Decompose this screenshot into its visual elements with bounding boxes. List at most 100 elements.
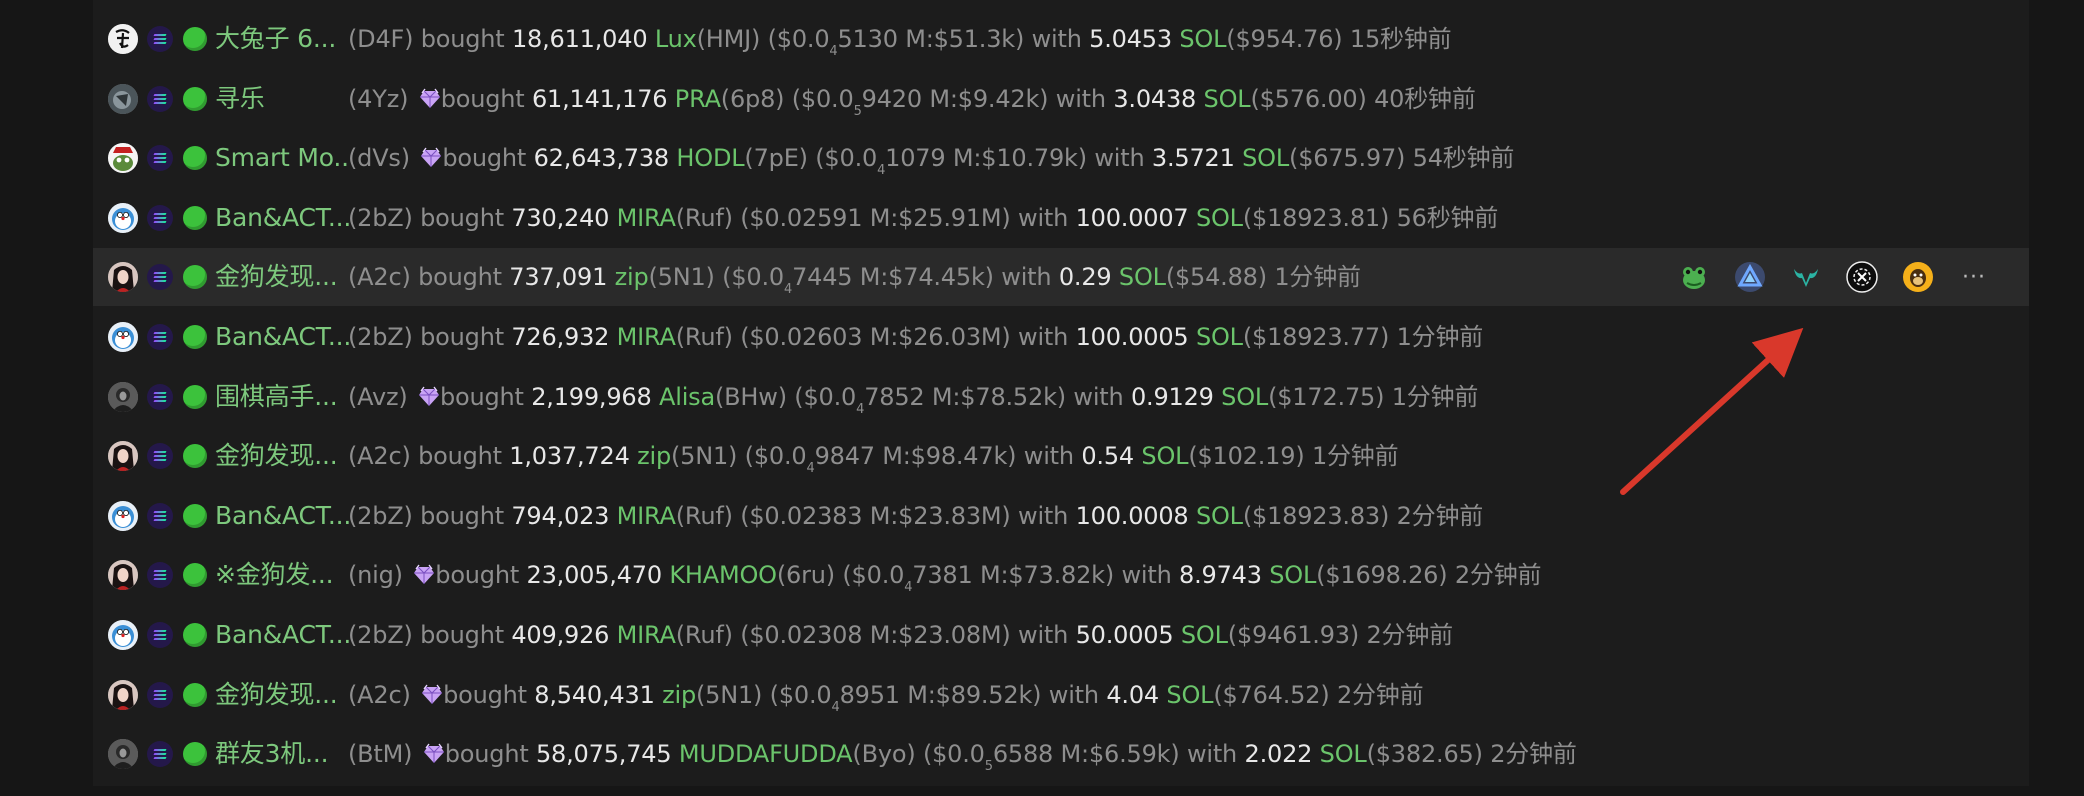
more-options-button[interactable]: ··· [1958,261,1990,293]
wallet-short-id[interactable]: (dVs) [348,144,410,172]
trader-name-link[interactable]: 群友3机... [215,725,349,783]
price-prefix: ($0.0 [722,263,784,292]
trade-row[interactable]: 大兔子 6... (D4F) bought 18,611,040 Lux(HMJ)… [93,10,2029,68]
avatar[interactable] [108,679,138,710]
trade-row[interactable]: Ban&ACT... (2bZ) bought 730,240 MIRA(Ruf)… [93,189,2029,247]
wallet-short-id[interactable]: (2bZ) [348,621,413,649]
trade-row[interactable]: Ban&ACT... (2bZ) bought 409,926 MIRA(Ruf)… [93,606,2029,664]
wallet-short-id[interactable]: (nig) [348,561,403,589]
wallet-short-id[interactable]: (2bZ) [348,323,413,351]
buy-status-dot [183,86,207,111]
price-digits: 5130 [837,25,898,53]
token-price: ($0.047445 [722,263,852,297]
token-id: (Ruf) [675,501,733,530]
trade-row[interactable]: Ban&ACT... (2bZ) bought 794,023 MIRA(Ruf)… [93,487,2029,545]
token-symbol-link[interactable]: Lux [655,25,697,53]
avatar[interactable] [108,83,138,114]
trade-row[interactable]: 金狗发现... (A2c) bought 1,037,724 zip(5N1) (… [93,427,2029,485]
token-symbol-link[interactable]: MIRA [617,502,676,530]
wallet-short-id[interactable]: (A2c) [348,263,411,291]
avatar[interactable] [108,262,138,293]
bull-icon[interactable] [1790,261,1822,293]
avatar[interactable] [108,202,138,233]
price-prefix: ($0.0 [815,144,878,173]
trader-name-link[interactable]: 大兔子 6... [215,10,349,68]
token-symbol-link[interactable]: Alisa [659,383,715,411]
with-label: with [1048,680,1099,709]
token-id: (7pE) [744,144,808,173]
trader-name-link[interactable]: Ban&ACT... [215,606,349,664]
buy-status-dot [183,146,207,171]
triangle-logo-icon[interactable] [1734,261,1766,293]
usd-value: ($764.52) [1213,680,1330,709]
avatar[interactable] [108,560,138,591]
monkey-icon[interactable] [1902,261,1934,293]
row-action-icons: ··· [1678,248,2014,306]
wallet-short-id[interactable]: (Avz) [348,383,408,411]
trader-name-link[interactable]: Ban&ACT... [215,308,349,366]
wallet-short-id[interactable]: (D4F) [348,25,413,53]
trade-description: (2bZ) bought 409,926 MIRA(Ruf) ($0.02308… [348,606,1453,664]
sol-amount: 0.9129 [1130,382,1214,411]
token-symbol-link[interactable]: zip [615,263,649,291]
trader-name-link[interactable]: 金狗发现... [215,427,349,485]
trader-name-link[interactable]: Smart Mo... [215,129,349,187]
avatar[interactable] [108,24,138,54]
solana-chain-icon [147,204,173,231]
trade-row[interactable]: 群友3机... (BtM) bought 58,075,745 MUDDAFUDD… [93,725,2029,783]
frog-icon[interactable] [1678,261,1710,293]
wallet-short-id[interactable]: (2bZ) [348,502,413,530]
wallet-short-id[interactable]: (2bZ) [348,204,413,232]
trader-name-link[interactable]: 金狗发现... [215,248,349,306]
market-cap: M:$89.52k) [907,680,1042,709]
trade-description: (BtM) bought 58,075,745 MUDDAFUDDA(Byo) … [348,725,1577,783]
trade-row[interactable]: ※金狗发... (nig) bought 23,005,470 KHAMOO(6r… [93,546,2029,604]
token-symbol-link[interactable]: MUDDAFUDDA [679,740,853,768]
avatar[interactable] [108,739,138,770]
action-label: bought [418,263,502,292]
token-price: ($0.049847 [745,442,875,476]
sol-amount: 100.0005 [1075,323,1189,351]
trader-name-link[interactable]: 金狗发现... [215,666,349,724]
trade-row[interactable]: Smart Mo... (dVs) bought 62,643,738 HODL(… [93,129,2029,187]
avatar[interactable] [108,500,138,531]
trade-row[interactable]: Ban&ACT... (2bZ) bought 726,932 MIRA(Ruf)… [93,308,2029,366]
sol-symbol: SOL [1180,621,1228,649]
market-cap: M:$74.45k) [859,263,994,292]
token-symbol-link[interactable]: zip [637,442,671,470]
avatar[interactable] [108,381,138,412]
trade-description: (4Yz) bought 61,141,176 PRA(6p8) ($0.059… [348,70,1476,128]
token-symbol-link[interactable]: MIRA [617,204,676,232]
trader-name-link[interactable]: ※金狗发... [215,546,349,604]
wallet-short-id[interactable]: (4Yz) [348,85,408,113]
token-symbol-link[interactable]: PRA [675,85,721,113]
trader-name-link[interactable]: 围棋高手... [215,368,349,426]
trade-row[interactable]: 金狗发现... (A2c) bought 737,091 zip(5N1) ($0… [93,248,2029,307]
avatar[interactable] [108,322,138,352]
wallet-short-id[interactable]: (A2c) [348,442,411,470]
buy-status-dot [183,563,207,588]
trader-name-link[interactable]: Ban&ACT... [215,487,349,545]
trade-row[interactable]: 寻乐 (4Yz) bought 61,141,176 PRA(6p8) ($0.0… [93,70,2029,128]
avatar[interactable] [108,441,138,472]
sol-symbol: SOL [1203,84,1251,113]
token-symbol-link[interactable]: zip [662,681,696,709]
wallet-short-id[interactable]: (BtM) [348,740,413,768]
token-symbol-link[interactable]: KHAMOO [669,561,777,589]
trade-row[interactable]: 围棋高手... (Avz) bought 2,199,968 Alisa(BHw)… [93,368,2029,426]
trade-row[interactable]: 金狗发现... (A2c) bought 8,540,431 zip(5N1) (… [93,666,2029,724]
with-label: with [1001,263,1052,292]
trader-name-link[interactable]: 寻乐 [215,70,349,128]
wallet-short-id[interactable]: (A2c) [348,681,411,709]
circle-x-icon[interactable] [1846,261,1878,294]
token-symbol-link[interactable]: MIRA [617,621,676,649]
usd-value: ($18923.83) [1242,501,1390,530]
trader-name-link[interactable]: Ban&ACT... [215,189,349,247]
with-label: with [1031,25,1082,53]
token-symbol-link[interactable]: MIRA [617,323,676,351]
token-symbol-link[interactable]: HODL [676,144,744,172]
avatar[interactable] [108,620,138,650]
sol-symbol: SOL [1141,442,1189,471]
token-amount: 1,037,724 [509,442,630,471]
avatar[interactable] [108,143,138,174]
